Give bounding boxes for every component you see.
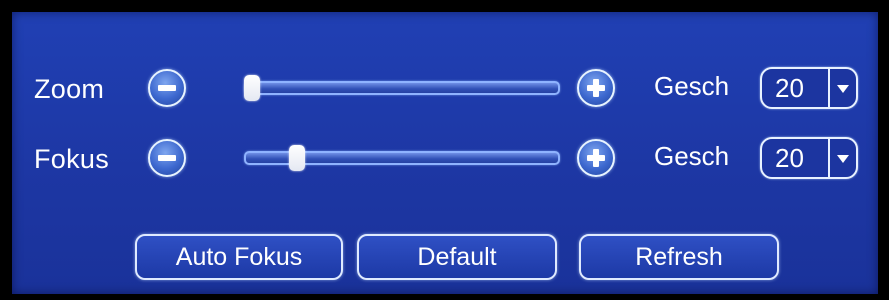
plus-circle-icon <box>587 79 605 97</box>
zoom-slider-track[interactable] <box>244 81 560 95</box>
minus-circle-icon <box>158 85 176 91</box>
zoom-speed-dropdown[interactable] <box>828 69 856 107</box>
focus-speed-dropdown[interactable] <box>828 139 856 177</box>
focus-slider-thumb[interactable] <box>289 145 305 171</box>
focus-speed-select[interactable]: 20 <box>760 137 858 179</box>
plus-circle-icon <box>587 149 605 167</box>
default-button[interactable]: Default <box>357 234 557 280</box>
zoom-speed-select[interactable]: 20 <box>760 67 858 109</box>
minus-circle-icon <box>158 155 176 161</box>
focus-near-button[interactable] <box>148 139 186 177</box>
zoom-out-button[interactable] <box>148 69 186 107</box>
zoom-slider-thumb[interactable] <box>244 75 260 101</box>
auto-focus-button[interactable]: Auto Fokus <box>135 234 343 280</box>
chevron-down-icon <box>837 85 849 93</box>
zoom-in-button[interactable] <box>577 69 615 107</box>
ptz-control-panel: Zoom Gesch 20 Fokus Gesch 20 Auto Fokus … <box>12 12 878 294</box>
focus-label: Fokus <box>34 144 110 174</box>
zoom-speed-label: Gesch <box>654 71 730 101</box>
refresh-button[interactable]: Refresh <box>579 234 779 280</box>
focus-speed-label: Gesch <box>654 141 730 171</box>
focus-far-button[interactable] <box>577 139 615 177</box>
focus-speed-value: 20 <box>775 143 804 173</box>
chevron-down-icon <box>837 155 849 163</box>
zoom-speed-value: 20 <box>775 73 804 103</box>
zoom-label: Zoom <box>34 74 105 104</box>
